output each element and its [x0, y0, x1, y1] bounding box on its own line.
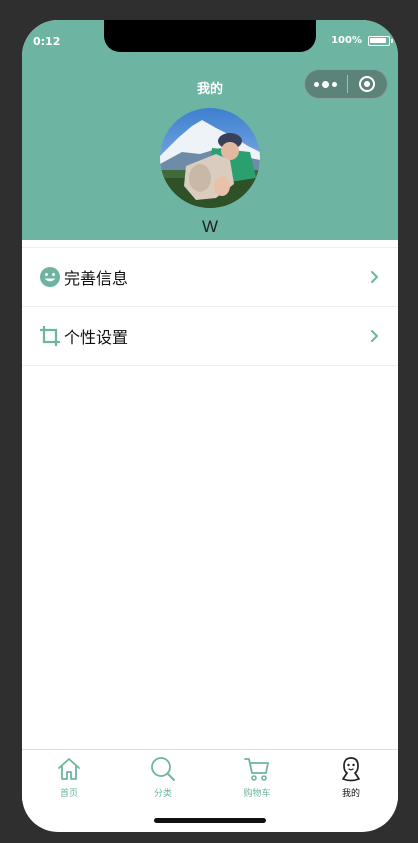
tab-label: 分类 [153, 789, 172, 799]
more-options-icon[interactable] [305, 69, 347, 99]
tab-mine[interactable]: 我的 [304, 750, 398, 801]
menu-item-complete-info[interactable]: 完善信息 [22, 248, 398, 307]
menu-item-label: 完善信息 [64, 269, 129, 288]
search-icon [149, 755, 177, 783]
menu-item-personal-settings[interactable]: 个性设置 [22, 307, 398, 366]
menu-spacer [22, 240, 398, 248]
smiley-icon [38, 265, 62, 289]
crop-icon [38, 324, 62, 348]
username: W [201, 217, 219, 236]
tab-label: 购物车 [243, 789, 271, 799]
tab-home[interactable]: 首页 [22, 750, 116, 801]
chevron-right-icon [368, 329, 382, 343]
menu-item-label: 个性设置 [64, 328, 129, 347]
cart-icon [243, 755, 271, 783]
profile-menu: 完善信息 个性设置 [22, 240, 398, 366]
profile-header: 0:12 100% 我的 W [22, 20, 398, 240]
tab-label: 首页 [59, 789, 78, 799]
battery-percent: 100% [331, 35, 362, 46]
device-notch [104, 20, 316, 52]
phone-screen: 0:12 100% 我的 W 完善信息 个性设置 首页 分类 购物车 我的 [22, 20, 398, 832]
bottom-tab-bar: 首页 分类 购物车 我的 [22, 749, 398, 801]
miniprogram-capsule [304, 69, 388, 99]
avatar-photo [160, 108, 260, 208]
tab-cart[interactable]: 购物车 [210, 750, 304, 801]
user-icon [337, 755, 365, 783]
tab-label: 我的 [341, 789, 360, 799]
battery-icon [368, 35, 393, 46]
avatar[interactable] [160, 108, 260, 208]
status-time: 0:12 [33, 35, 61, 48]
close-miniprogram-icon[interactable] [347, 69, 387, 99]
home-indicator[interactable] [154, 818, 266, 823]
status-right: 100% [331, 35, 393, 46]
tab-category[interactable]: 分类 [116, 750, 210, 801]
home-icon [55, 755, 83, 783]
chevron-right-icon [368, 270, 382, 284]
